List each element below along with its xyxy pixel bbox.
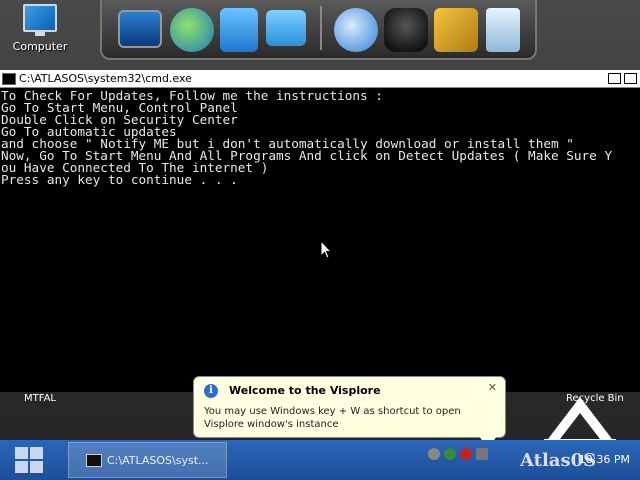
tray-shield-icon[interactable]: [444, 448, 456, 460]
windows-logo-icon: [15, 447, 43, 473]
control-panel-icon[interactable]: [266, 10, 306, 46]
cmd-window[interactable]: C:\ATLASOS\system32\cmd.exe To Check For…: [0, 70, 640, 392]
shirt-icon[interactable]: [384, 8, 428, 52]
cmd-title: C:\ATLASOS\system32\cmd.exe: [19, 72, 192, 85]
system-tray: [428, 448, 488, 460]
maximize-button[interactable]: [624, 73, 637, 84]
tray-settings-icon[interactable]: [428, 448, 440, 460]
browser-globe-icon[interactable]: [334, 8, 378, 52]
balloon-close-button[interactable]: ✕: [488, 381, 497, 394]
dock-separator: [320, 6, 322, 50]
cmd-line: Press any key to continue . . .: [1, 172, 238, 187]
recycle-bin-icon[interactable]: [486, 8, 520, 52]
balloon-message: You may use Windows key + W as shortcut …: [204, 406, 461, 430]
tools-icon[interactable]: [434, 8, 478, 52]
console-icon: [86, 453, 102, 467]
desktop-icon-computer[interactable]: Computer: [10, 4, 70, 53]
taskbar-item-label: C:\ATLASOS\syst...: [107, 453, 209, 467]
documents-icon[interactable]: [220, 8, 258, 52]
notification-balloon[interactable]: i Welcome to the Visplore ✕ You may use …: [193, 376, 506, 451]
tray-alert-icon[interactable]: [460, 448, 472, 460]
start-button[interactable]: [0, 440, 58, 480]
taskbar-item-cmd[interactable]: C:\ATLASOS\syst...: [68, 442, 227, 478]
cmd-output: To Check For Updates, Follow me the inst…: [0, 88, 640, 186]
monitor-icon[interactable]: [118, 10, 162, 48]
balloon-title: Welcome to the Visplore: [229, 384, 381, 397]
clock[interactable]: 10:36 PM: [579, 453, 630, 466]
console-icon: [2, 72, 16, 85]
dock: [100, 0, 537, 60]
computer-icon: [23, 4, 57, 36]
cmd-titlebar[interactable]: C:\ATLASOS\system32\cmd.exe: [0, 70, 640, 88]
desktop-icon-label: Computer: [12, 40, 68, 53]
taskbar: C:\ATLASOS\syst... Atlas0S 10:36 PM: [0, 440, 640, 480]
network-globe-icon[interactable]: [170, 8, 214, 52]
info-icon: i: [204, 384, 218, 398]
tray-battery-icon[interactable]: [476, 448, 488, 460]
atlas-logo-icon: [544, 397, 616, 443]
minimize-button[interactable]: [608, 73, 621, 84]
desktop-label-left: MTFAL: [24, 393, 56, 404]
